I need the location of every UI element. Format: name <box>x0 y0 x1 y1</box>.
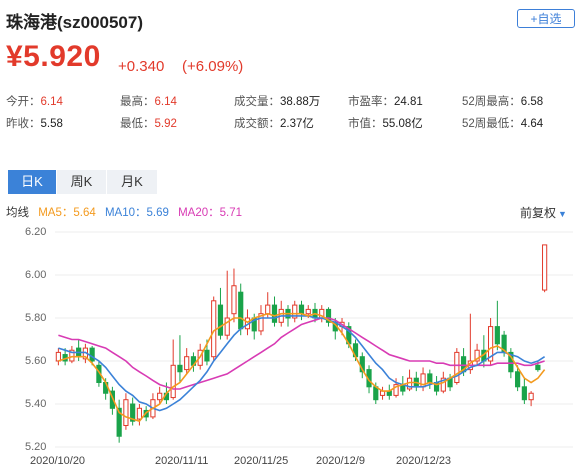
candle-body <box>373 386 379 401</box>
candle-body <box>211 300 217 358</box>
candle-body <box>427 373 433 383</box>
candle-body <box>177 364 183 373</box>
candle-body <box>298 304 305 315</box>
candle-body <box>123 399 129 427</box>
candle-body <box>204 349 210 362</box>
candle-body <box>170 364 176 399</box>
x-tick-label: 2020/12/9 <box>316 455 365 467</box>
candle-body <box>217 304 224 336</box>
candle-body <box>265 304 271 315</box>
x-tick-label: 2020/11/25 <box>234 455 289 467</box>
candle-body <box>89 347 95 362</box>
x-tick-label: 2020/12/23 <box>396 455 452 467</box>
y-tick-label: 5.80 <box>25 312 47 324</box>
y-tick-label: 6.20 <box>25 226 47 238</box>
candle-body <box>494 326 500 345</box>
ma20-line <box>58 317 545 390</box>
x-tick-label: 2020/10/20 <box>30 455 86 467</box>
candle-body <box>136 407 143 420</box>
candlestick-chart[interactable] <box>0 0 583 471</box>
candle-body <box>521 386 527 401</box>
y-tick-label: 5.40 <box>25 398 47 410</box>
y-tick-label: 5.20 <box>25 441 47 453</box>
candle-body <box>238 291 244 330</box>
candle-body <box>515 371 521 388</box>
candle-body <box>454 351 460 383</box>
y-tick-label: 6.00 <box>25 269 47 281</box>
candle-body <box>231 285 237 315</box>
candle-body <box>184 356 190 371</box>
candle-body <box>542 244 548 291</box>
x-tick-label: 2020/11/11 <box>155 455 209 467</box>
candle-body <box>305 308 311 315</box>
candle-body <box>535 364 541 371</box>
y-tick-label: 5.60 <box>25 355 47 367</box>
candle-body <box>271 304 278 323</box>
candle-body <box>528 392 534 401</box>
candle-body <box>157 392 163 401</box>
